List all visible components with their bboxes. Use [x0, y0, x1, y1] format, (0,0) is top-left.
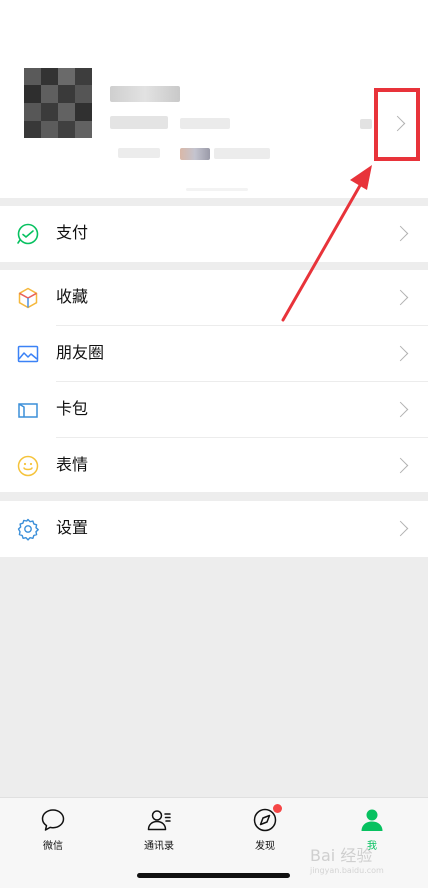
chat-bubble-icon — [41, 809, 65, 831]
tab-discover[interactable]: 发现 — [225, 804, 305, 856]
tab-chats[interactable]: 微信 — [13, 806, 93, 856]
watermark-sub: jingyan.baidu.com — [310, 866, 384, 875]
home-indicator[interactable] — [137, 873, 290, 878]
person-icon — [361, 809, 383, 831]
tab-contacts[interactable]: 通讯录 — [119, 806, 199, 856]
annotation-arrow — [281, 165, 372, 322]
tab-label: 通讯录 — [144, 841, 174, 852]
tab-label: 发现 — [255, 841, 275, 852]
watermark: Bai 经验 jingyan.baidu.com — [310, 842, 384, 875]
contacts-icon — [147, 810, 171, 831]
tab-label: 微信 — [43, 841, 63, 852]
watermark-text: Bai 经验 — [310, 846, 373, 865]
notification-dot — [273, 804, 282, 813]
me-screen: 支付 收藏 朋友圈 卡包 表情 设置 微信 通讯录 发现 我 Bai 经验 ji… — [0, 0, 428, 888]
